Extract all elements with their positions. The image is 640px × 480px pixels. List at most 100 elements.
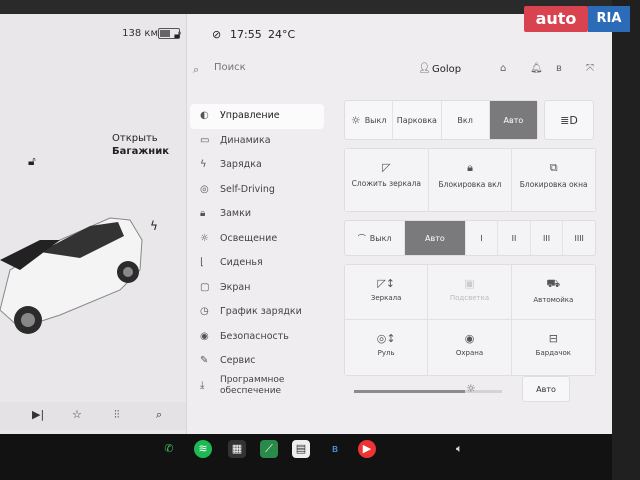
adjust-steering-button[interactable]: ◎↕ Руль bbox=[345, 320, 429, 375]
menu-item-safety[interactable]: ◉ Безопасность bbox=[190, 325, 324, 350]
menu-item-service[interactable]: ✎ Сервис bbox=[190, 349, 324, 374]
wiper-auto-option[interactable]: Авто bbox=[405, 221, 466, 255]
auto-high-beam-button[interactable]: ≣D bbox=[544, 100, 594, 140]
shield-icon: ◉ bbox=[200, 330, 209, 342]
child-lock-button[interactable]: 🔒︎ Блокировка вкл bbox=[428, 149, 513, 211]
trunk-label-line2: Багажник bbox=[112, 146, 169, 157]
wiper-speed-3[interactable]: III bbox=[531, 221, 564, 255]
menu-item-seats[interactable]: ⌊ Сиденья bbox=[190, 251, 324, 276]
sun-icon: ☼ bbox=[350, 113, 361, 127]
menu-item-charging-schedule[interactable]: ◷ График зарядки bbox=[190, 300, 324, 325]
wiper-speed-1[interactable]: I bbox=[466, 221, 499, 255]
autoria-watermark: auto RIA bbox=[524, 6, 632, 32]
wiper-speed-2[interactable]: II bbox=[498, 221, 531, 255]
menu-item-controls[interactable]: ◐ Управление bbox=[190, 104, 324, 129]
menu-item-self-driving[interactable]: ◎ Self-Driving bbox=[190, 178, 324, 203]
quick-controls: ◸ Сложить зеркала 🔒︎ Блокировка вкл ⧉ Бл… bbox=[344, 148, 596, 212]
calendar-icon[interactable]: ▦ bbox=[228, 440, 246, 458]
range-readout: 138 км bbox=[122, 28, 158, 39]
connectivity-off-icon[interactable]: ⤧ bbox=[586, 63, 594, 74]
ambient-light-icon: ▣ bbox=[464, 277, 475, 290]
favorite-star-icon[interactable]: ☆ bbox=[72, 408, 82, 421]
bluetooth-app-icon[interactable]: ʙ bbox=[326, 440, 344, 458]
media-search-icon[interactable]: ⌕ bbox=[156, 408, 162, 422]
adjust-mirrors-button[interactable]: ◸↕ Зеркала bbox=[345, 265, 429, 320]
toggle-icon: ◐ bbox=[200, 110, 209, 121]
menu-item-locks[interactable]: 🔒︎ Замки bbox=[190, 202, 324, 227]
brightness-slider[interactable] bbox=[354, 390, 502, 393]
wiper-icon: ⌒ bbox=[357, 233, 366, 243]
sentry-mode-button[interactable]: ◉ Охрана bbox=[428, 320, 512, 375]
car-lock-status-icon[interactable]: 🔓︎ bbox=[174, 28, 181, 42]
menu-item-display[interactable]: ▢ Экран bbox=[190, 276, 324, 301]
download-icon: ⤓ bbox=[200, 379, 205, 391]
car-visualization-panel: 138 км Открыть Багажник 🔓︎ ϟ ▶| ☆ ⫶⫶ ⌕ bbox=[0, 14, 186, 434]
mirror-adjust-icon: ◸↕ bbox=[377, 277, 395, 290]
watermark-brand: auto bbox=[524, 6, 588, 32]
child-lock-icon: 🔒︎ bbox=[467, 161, 473, 174]
user-name[interactable]: Golop bbox=[432, 64, 461, 75]
car-image bbox=[0, 217, 143, 334]
search-input[interactable] bbox=[212, 61, 336, 74]
next-track-icon[interactable]: ▶| bbox=[32, 408, 44, 421]
headlights-off-option[interactable]: ☼ Выкл bbox=[345, 101, 394, 139]
energy-icon[interactable]: ⟋ bbox=[260, 440, 278, 458]
screen-icon: ▢ bbox=[200, 281, 210, 293]
lock-icon: 🔒︎ bbox=[200, 208, 206, 219]
outside-temperature: 24°C bbox=[268, 28, 296, 41]
homelink-icon[interactable]: ⌂ bbox=[500, 63, 506, 74]
menu-item-dynamics[interactable]: ▭ Динамика bbox=[190, 129, 324, 154]
charge-port-icon[interactable]: ϟ bbox=[150, 219, 158, 233]
wrench-icon: ✎ bbox=[200, 355, 209, 366]
high-beam-icon: ≣D bbox=[560, 113, 578, 127]
clock-icon: ◷ bbox=[200, 306, 209, 317]
window-lock-button[interactable]: ⧉ Блокировка окна bbox=[512, 149, 596, 211]
car-wash-button[interactable]: ⛟ Автомойка bbox=[511, 265, 595, 320]
menu-item-software[interactable]: ⤓ Программное обеспечение bbox=[190, 374, 324, 399]
trunk-label-line1: Открыть bbox=[112, 133, 158, 144]
headlights-on-option[interactable]: Вкл bbox=[442, 101, 490, 139]
wiper-selector: ⌒ Выкл Авто I II III IIII bbox=[344, 220, 596, 256]
bolt-icon: ϟ bbox=[200, 159, 207, 170]
car-icon: ▭ bbox=[200, 134, 210, 146]
browser-icon[interactable]: ▤ bbox=[292, 440, 310, 458]
steering-wheel-icon: ◎ bbox=[200, 183, 209, 195]
watermark-suffix: RIA bbox=[588, 6, 630, 32]
panel-divider bbox=[186, 14, 187, 434]
headlights-selector: ☼ Выкл Парковка Вкл Авто bbox=[344, 100, 538, 140]
search-icon: ⌕ bbox=[193, 63, 200, 76]
ambient-light-button[interactable]: ▣ Подсветка bbox=[428, 265, 512, 320]
menu-item-lighting[interactable]: ☼ Освещение bbox=[190, 227, 324, 252]
phone-icon[interactable]: ✆ bbox=[160, 440, 178, 458]
notification-bell-icon[interactable]: 🔔︎ bbox=[530, 63, 543, 74]
equalizer-icon[interactable]: ⫶⫶ bbox=[114, 408, 120, 422]
brightness-auto-button[interactable]: Авто bbox=[522, 376, 570, 402]
brightness-slider-fill bbox=[354, 390, 465, 393]
glovebox-button[interactable]: ⊟ Бардачок bbox=[511, 320, 595, 375]
window-lock-icon: ⧉ bbox=[549, 161, 558, 174]
settings-menu: ◐ Управление ▭ Динамика ϟ Зарядка ◎ Self… bbox=[190, 104, 324, 398]
headlights-auto-option[interactable]: Авто bbox=[489, 101, 537, 139]
open-trunk-button[interactable]: Открыть Багажник bbox=[112, 132, 169, 158]
app-dock: ✆ ≋ ▦ ⟋ ▤ ʙ ▶ 🔈︎ bbox=[0, 434, 612, 480]
car-wash-icon: ⛟ bbox=[546, 277, 561, 290]
mute-icon: ⊘ bbox=[212, 28, 222, 41]
brightness-sun-icon: ☼ bbox=[466, 382, 476, 395]
user-profile-icon[interactable]: 👤︎ bbox=[418, 63, 431, 74]
light-icon: ☼ bbox=[200, 232, 209, 244]
volume-icon[interactable]: 🔈︎ bbox=[456, 442, 463, 456]
fold-mirrors-button[interactable]: ◸ Сложить зеркала bbox=[345, 149, 429, 211]
media-app-icon[interactable]: ▶ bbox=[358, 440, 376, 458]
unlock-icon[interactable]: 🔓︎ bbox=[28, 154, 36, 169]
bluetooth-icon[interactable]: ʙ bbox=[556, 63, 562, 74]
sentry-icon: ◉ bbox=[464, 332, 475, 345]
wiper-speed-4[interactable]: IIII bbox=[563, 221, 595, 255]
menu-item-charging[interactable]: ϟ Зарядка bbox=[190, 153, 324, 178]
spotify-icon[interactable]: ≋ bbox=[194, 440, 212, 458]
adjust-grid: ◸↕ Зеркала ▣ Подсветка ⛟ Автомойка ◎↕ Ру… bbox=[344, 264, 596, 376]
touchscreen: 138 км Открыть Багажник 🔓︎ ϟ ▶| ☆ ⫶⫶ ⌕ 🔓… bbox=[0, 14, 612, 434]
headlights-parking-option[interactable]: Парковка bbox=[393, 101, 442, 139]
media-toolbar: ▶| ☆ ⫶⫶ ⌕ bbox=[0, 402, 186, 430]
clock: 17:55 bbox=[230, 28, 262, 41]
wiper-off-option[interactable]: ⌒ Выкл bbox=[345, 221, 406, 255]
